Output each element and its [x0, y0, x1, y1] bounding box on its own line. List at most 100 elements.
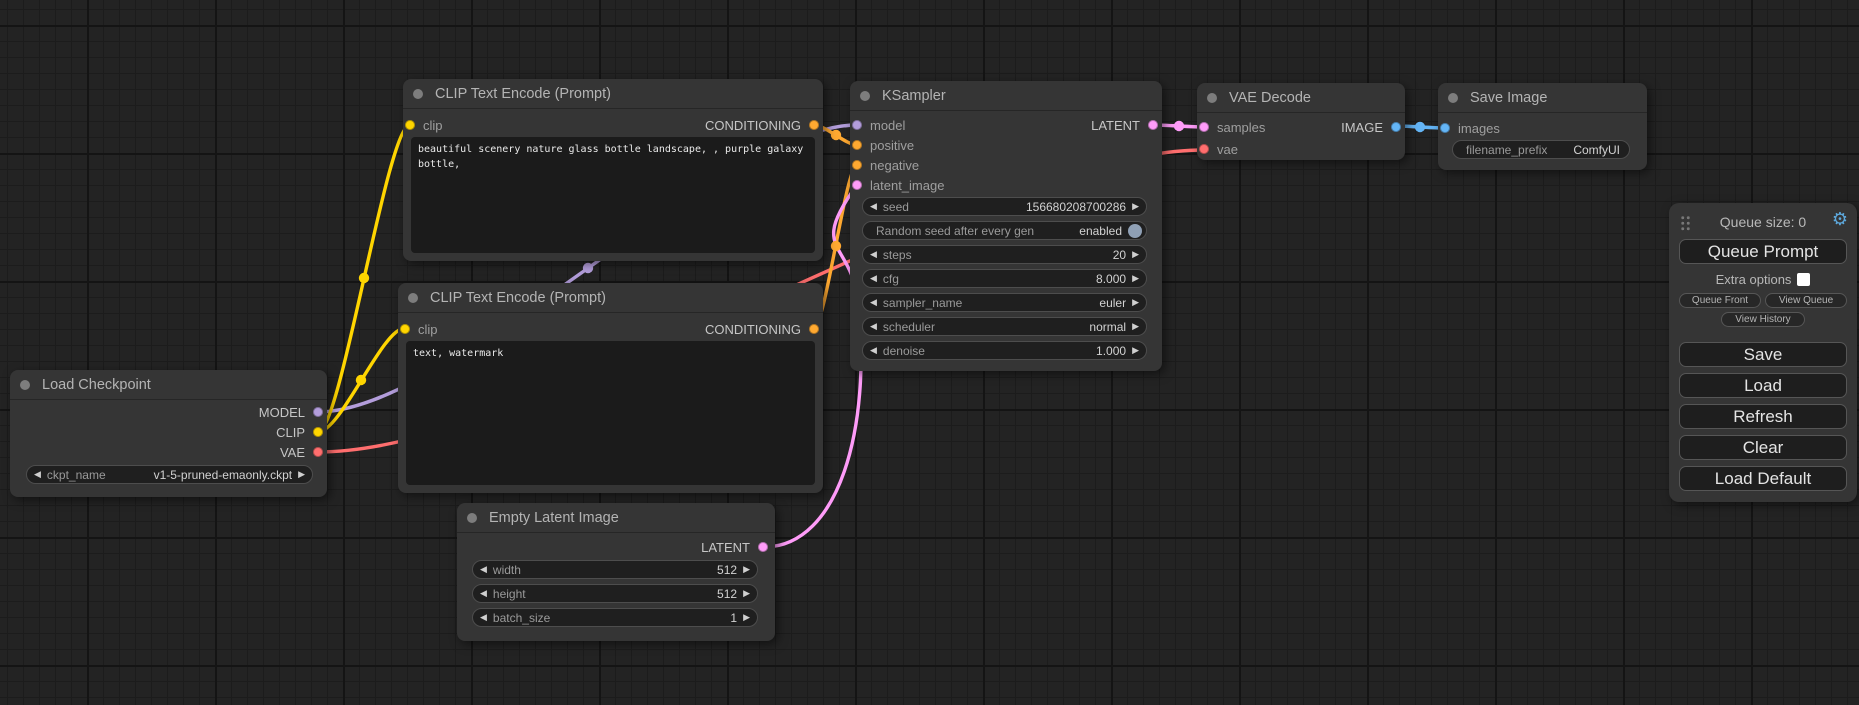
- widget-value[interactable]: 8.000: [1096, 272, 1126, 286]
- vae-port-icon[interactable]: [313, 447, 323, 457]
- node-title-bar[interactable]: Empty Latent Image: [457, 503, 775, 533]
- decrement-arrow-icon[interactable]: [34, 470, 41, 479]
- conditioning-port-icon[interactable]: [809, 120, 819, 130]
- input-slot-vae[interactable]: vae: [1199, 140, 1238, 158]
- latent-port-icon[interactable]: [1148, 120, 1158, 130]
- decrement-arrow-icon[interactable]: [870, 250, 877, 259]
- view-queue-button[interactable]: View Queue: [1765, 293, 1847, 308]
- conditioning-port-icon[interactable]: [852, 140, 862, 150]
- queue-panel[interactable]: Queue size: 0 Queue Prompt Extra options…: [1669, 203, 1857, 502]
- node-title-bar[interactable]: KSampler: [850, 81, 1162, 111]
- steps-widget[interactable]: steps 20: [862, 245, 1147, 264]
- decrement-arrow-icon[interactable]: [870, 346, 877, 355]
- node-clip-text-encode-positive[interactable]: CLIP Text Encode (Prompt) clip CONDITION…: [403, 79, 823, 261]
- collapse-dot-icon[interactable]: [1448, 93, 1458, 103]
- widget-value[interactable]: v1-5-pruned-emaonly.ckpt: [154, 468, 293, 482]
- widget-value[interactable]: euler: [1099, 296, 1126, 310]
- decrement-arrow-icon[interactable]: [870, 322, 877, 331]
- input-slot-latent-image[interactable]: latent_image: [852, 176, 944, 194]
- output-slot-latent[interactable]: LATENT: [1091, 116, 1158, 134]
- node-title-bar[interactable]: Save Image: [1438, 83, 1647, 113]
- clear-button[interactable]: Clear: [1679, 435, 1847, 460]
- input-slot-positive[interactable]: positive: [852, 136, 914, 154]
- collapse-dot-icon[interactable]: [467, 513, 477, 523]
- widget-value[interactable]: normal: [1089, 320, 1126, 334]
- node-vae-decode[interactable]: VAE Decode samples vae IMAGE: [1197, 83, 1405, 160]
- collapse-dot-icon[interactable]: [408, 293, 418, 303]
- output-slot-conditioning[interactable]: CONDITIONING: [705, 116, 819, 134]
- node-clip-text-encode-negative[interactable]: CLIP Text Encode (Prompt) clip CONDITION…: [398, 283, 823, 493]
- increment-arrow-icon[interactable]: [1132, 346, 1139, 355]
- denoise-widget[interactable]: denoise 1.000: [862, 341, 1147, 360]
- image-port-icon[interactable]: [1440, 123, 1450, 133]
- clip-port-icon[interactable]: [313, 427, 323, 437]
- collapse-dot-icon[interactable]: [20, 380, 30, 390]
- sampler-name-widget[interactable]: sampler_name euler: [862, 293, 1147, 312]
- node-empty-latent-image[interactable]: Empty Latent Image LATENT width 512 heig…: [457, 503, 775, 641]
- increment-arrow-icon[interactable]: [1132, 250, 1139, 259]
- increment-arrow-icon[interactable]: [1132, 202, 1139, 211]
- widget-value[interactable]: ComfyUI: [1573, 143, 1620, 157]
- input-slot-negative[interactable]: negative: [852, 156, 919, 174]
- prompt-text-area[interactable]: text, watermark: [406, 341, 815, 485]
- load-default-button[interactable]: Load Default: [1679, 466, 1847, 491]
- decrement-arrow-icon[interactable]: [870, 274, 877, 283]
- output-slot-vae[interactable]: VAE: [280, 443, 323, 461]
- conditioning-port-icon[interactable]: [809, 324, 819, 334]
- node-title-bar[interactable]: VAE Decode: [1197, 83, 1405, 113]
- node-graph-canvas[interactable]: Load Checkpoint MODEL CLIP VAE ckpt_name…: [0, 0, 1859, 705]
- input-slot-samples[interactable]: samples: [1199, 118, 1265, 136]
- extra-options-checkbox[interactable]: [1797, 273, 1810, 286]
- toggle-knob-icon[interactable]: [1128, 224, 1142, 238]
- gear-icon[interactable]: [1832, 210, 1848, 228]
- prompt-text-area[interactable]: beautiful scenery nature glass bottle la…: [411, 137, 815, 253]
- increment-arrow-icon[interactable]: [1132, 322, 1139, 331]
- increment-arrow-icon[interactable]: [743, 565, 750, 574]
- widget-value[interactable]: 156680208700286: [1026, 200, 1126, 214]
- decrement-arrow-icon[interactable]: [480, 589, 487, 598]
- clip-port-icon[interactable]: [400, 324, 410, 334]
- increment-arrow-icon[interactable]: [298, 470, 305, 479]
- widget-value[interactable]: 512: [717, 563, 737, 577]
- increment-arrow-icon[interactable]: [743, 589, 750, 598]
- batch-size-widget[interactable]: batch_size 1: [472, 608, 758, 627]
- width-widget[interactable]: width 512: [472, 560, 758, 579]
- decrement-arrow-icon[interactable]: [480, 613, 487, 622]
- node-ksampler[interactable]: KSampler model positive negative latent_…: [850, 81, 1162, 371]
- output-slot-model[interactable]: MODEL: [259, 403, 323, 421]
- save-button[interactable]: Save: [1679, 342, 1847, 367]
- clip-port-icon[interactable]: [405, 120, 415, 130]
- collapse-dot-icon[interactable]: [860, 91, 870, 101]
- queue-front-button[interactable]: Queue Front: [1679, 293, 1761, 308]
- decrement-arrow-icon[interactable]: [480, 565, 487, 574]
- node-title-bar[interactable]: CLIP Text Encode (Prompt): [398, 283, 823, 313]
- random-seed-toggle-widget[interactable]: Random seed after every gen enabled: [862, 221, 1147, 240]
- output-slot-image[interactable]: IMAGE: [1341, 118, 1401, 136]
- cfg-widget[interactable]: cfg 8.000: [862, 269, 1147, 288]
- conditioning-port-icon[interactable]: [852, 160, 862, 170]
- decrement-arrow-icon[interactable]: [870, 298, 877, 307]
- filename-prefix-widget[interactable]: filename_prefix ComfyUI: [1452, 140, 1630, 159]
- scheduler-widget[interactable]: scheduler normal: [862, 317, 1147, 336]
- model-port-icon[interactable]: [852, 120, 862, 130]
- input-slot-model[interactable]: model: [852, 116, 905, 134]
- node-title-bar[interactable]: Load Checkpoint: [10, 370, 327, 400]
- output-slot-clip[interactable]: CLIP: [276, 423, 323, 441]
- widget-value[interactable]: 512: [717, 587, 737, 601]
- increment-arrow-icon[interactable]: [1132, 298, 1139, 307]
- height-widget[interactable]: height 512: [472, 584, 758, 603]
- output-slot-conditioning[interactable]: CONDITIONING: [705, 320, 819, 338]
- image-port-icon[interactable]: [1391, 122, 1401, 132]
- seed-widget[interactable]: seed 156680208700286: [862, 197, 1147, 216]
- node-save-image[interactable]: Save Image images filename_prefix ComfyU…: [1438, 83, 1647, 170]
- input-slot-clip[interactable]: clip: [405, 116, 443, 134]
- queue-prompt-button[interactable]: Queue Prompt: [1679, 239, 1847, 264]
- collapse-dot-icon[interactable]: [1207, 93, 1217, 103]
- widget-value[interactable]: 1: [730, 611, 737, 625]
- increment-arrow-icon[interactable]: [1132, 274, 1139, 283]
- latent-port-icon[interactable]: [1199, 122, 1209, 132]
- node-title-bar[interactable]: CLIP Text Encode (Prompt): [403, 79, 823, 109]
- node-load-checkpoint[interactable]: Load Checkpoint MODEL CLIP VAE ckpt_name…: [10, 370, 327, 497]
- collapse-dot-icon[interactable]: [413, 89, 423, 99]
- input-slot-images[interactable]: images: [1440, 119, 1500, 137]
